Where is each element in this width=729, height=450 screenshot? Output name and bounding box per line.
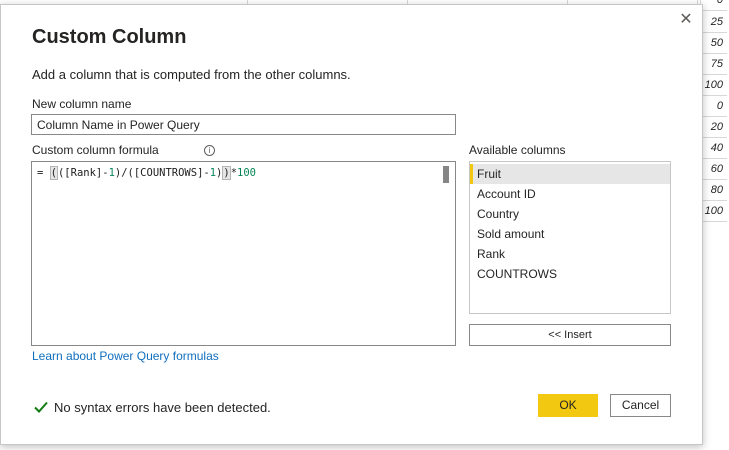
dialog-subtitle: Add a column that is computed from the o… bbox=[32, 67, 351, 82]
cancel-button[interactable]: Cancel bbox=[610, 394, 671, 417]
formula-editor[interactable]: = (([Rank]-1)/([COUNTROWS]-1))*100 bbox=[31, 161, 456, 346]
formula-part: )/([COUNTROWS]- bbox=[114, 167, 210, 179]
available-column-item[interactable]: Country bbox=[470, 204, 670, 224]
available-column-item[interactable]: Sold amount bbox=[470, 224, 670, 244]
formula-part: ([Rank]- bbox=[57, 167, 109, 179]
info-icon[interactable]: i bbox=[204, 145, 215, 156]
learn-power-query-link[interactable]: Learn about Power Query formulas bbox=[32, 349, 219, 363]
available-columns-list: Fruit Account ID Country Sold amount Ran… bbox=[469, 161, 671, 314]
formula-close-paren: ) bbox=[222, 166, 231, 180]
background-value-cell: 75 bbox=[700, 54, 727, 75]
available-column-item[interactable]: Fruit bbox=[470, 164, 670, 184]
background-value-cell: 40 bbox=[700, 138, 727, 159]
background-value-column: 0 25 50 75 100 0 20 40 60 80 100 bbox=[700, 0, 727, 450]
ok-button[interactable]: OK bbox=[538, 394, 598, 417]
formula-open-paren: ( bbox=[49, 166, 58, 180]
available-column-item[interactable]: Rank bbox=[470, 244, 670, 264]
available-columns-label: Available columns bbox=[469, 143, 566, 157]
available-column-item[interactable]: COUNTROWS bbox=[470, 264, 670, 284]
background-value-cell: 60 bbox=[700, 159, 727, 180]
background-value-cell: 0 bbox=[700, 0, 727, 11]
formula-text[interactable]: = (([Rank]-1)/([COUNTROWS]-1))*100 bbox=[37, 166, 256, 180]
background-value-cell: 80 bbox=[700, 180, 727, 201]
available-column-item[interactable]: Account ID bbox=[470, 184, 670, 204]
checkmark-icon bbox=[34, 401, 48, 413]
custom-column-dialog: ✕ Custom Column Add a column that is com… bbox=[0, 4, 703, 445]
formula-prefix: = bbox=[37, 167, 50, 179]
background-value-cell: 0 bbox=[700, 96, 727, 117]
background-value-cell: 50 bbox=[700, 33, 727, 54]
new-column-name-input[interactable] bbox=[31, 114, 456, 135]
custom-column-formula-label: Custom column formula bbox=[32, 143, 159, 157]
insert-button[interactable]: << Insert bbox=[469, 324, 671, 346]
new-column-name-label: New column name bbox=[32, 97, 132, 111]
syntax-status-text: No syntax errors have been detected. bbox=[54, 400, 271, 415]
formula-number: 100 bbox=[237, 167, 256, 179]
formula-scrollbar[interactable] bbox=[443, 166, 449, 183]
background-value-cell: 100 bbox=[700, 201, 727, 222]
background-value-cell: 100 bbox=[700, 75, 727, 96]
background-value-cell: 20 bbox=[700, 117, 727, 138]
background-value-cell: 25 bbox=[700, 12, 727, 33]
dialog-title: Custom Column bbox=[32, 26, 187, 48]
close-icon[interactable]: ✕ bbox=[677, 11, 695, 29]
